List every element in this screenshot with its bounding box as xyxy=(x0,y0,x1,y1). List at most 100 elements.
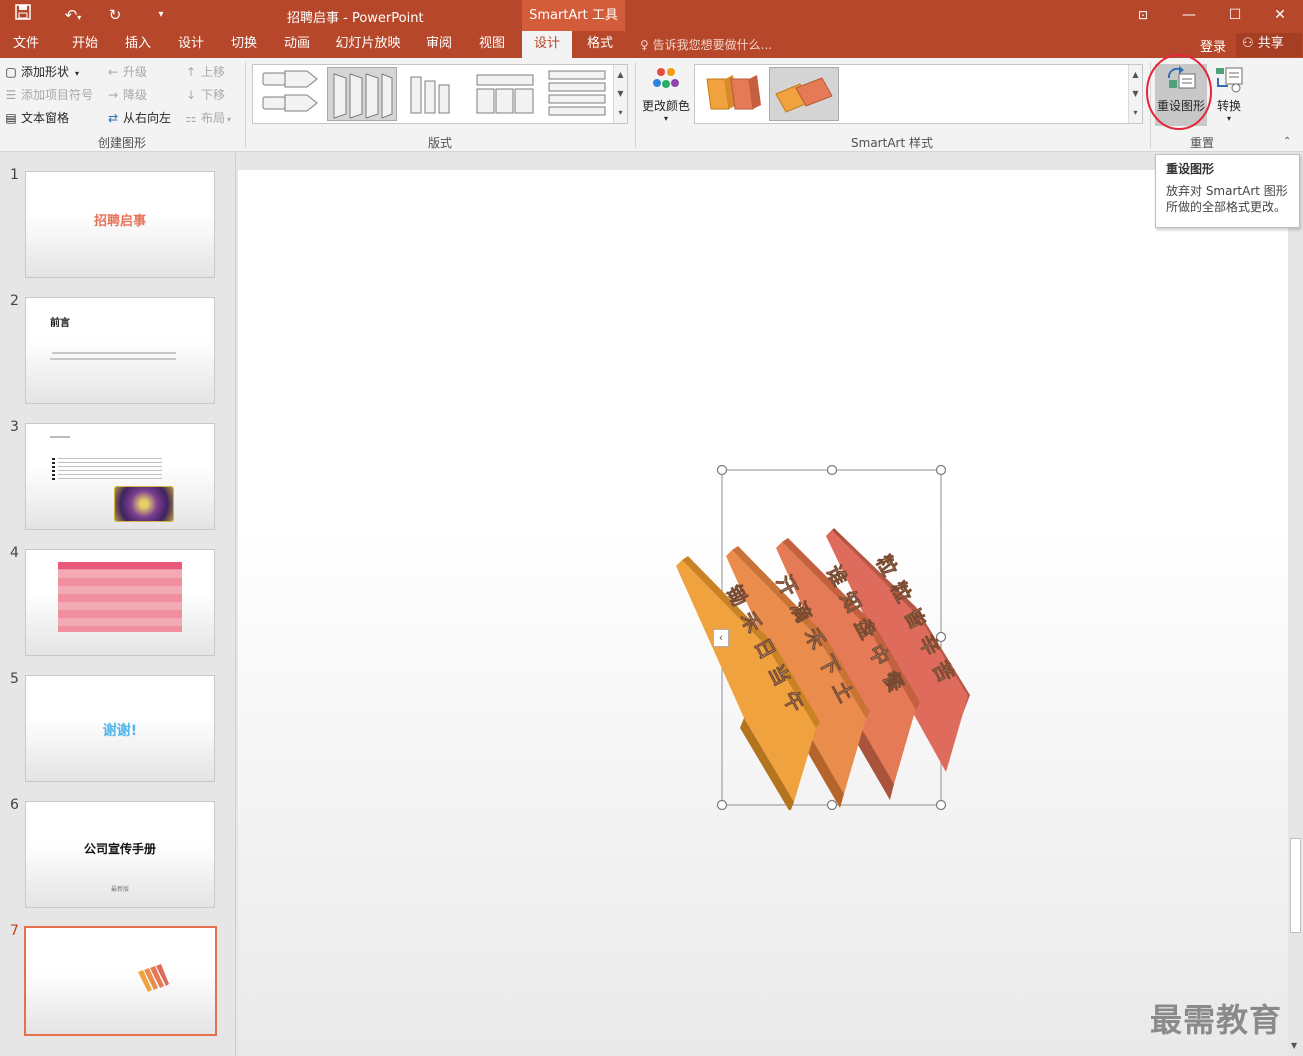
convert-icon xyxy=(1216,67,1243,93)
group-label-create-graphic: 创建图形 xyxy=(97,136,146,150)
promote-button[interactable]: ← 升级 xyxy=(106,62,147,82)
text-line xyxy=(50,358,176,360)
scrollbar-thumb[interactable] xyxy=(1290,838,1301,933)
styles-gallery-scroll: ▲ ▼ ▾ xyxy=(1128,65,1142,123)
slide-thumbnail-7[interactable] xyxy=(24,926,217,1036)
restore-ribbon-icon[interactable]: ⊡ xyxy=(1120,0,1166,31)
demote-button[interactable]: → 降级 xyxy=(106,85,147,105)
resize-handle[interactable] xyxy=(716,464,728,476)
dropdown-icon: ▾ xyxy=(663,114,668,123)
layout-option-1[interactable] xyxy=(255,67,325,121)
arrow-down-icon: ↓ xyxy=(185,88,197,102)
text-pane-button[interactable]: ▤ 文本窗格 xyxy=(4,108,69,128)
slide-number: 4 xyxy=(10,545,19,561)
slide-thumbnail-3[interactable] xyxy=(25,423,215,530)
move-down-label: 下移 xyxy=(201,88,226,102)
tooltip: 重设图形 放弃对 SmartArt 图形 所做的全部格式更改。 xyxy=(1155,154,1300,228)
text-line xyxy=(52,352,176,354)
lightbulb-icon: ♀ xyxy=(640,38,649,52)
tell-me-text: 告诉我您想要做什么... xyxy=(652,38,773,52)
layout-option-5[interactable] xyxy=(543,67,613,121)
tab-animations[interactable]: 动画 xyxy=(272,31,322,58)
tab-slideshow[interactable]: 幻灯片放映 xyxy=(330,31,406,58)
redo-icon[interactable]: ↻ xyxy=(104,4,126,26)
change-colors-button[interactable]: 更改颜色 ▾ xyxy=(639,64,693,126)
group-label-layouts: 版式 xyxy=(427,136,452,150)
scroll-down-icon[interactable]: ▼ xyxy=(614,84,627,103)
save-icon[interactable] xyxy=(12,4,34,26)
more-icon[interactable]: ▾ xyxy=(1129,103,1142,122)
slide-thumbnail-6[interactable]: 公司宣传手册 最新版 xyxy=(25,801,215,908)
tab-review[interactable]: 审阅 xyxy=(414,31,464,58)
slide-title: 前言 xyxy=(50,318,70,329)
resize-handle[interactable] xyxy=(826,799,838,810)
tab-smartart-format[interactable]: 格式 xyxy=(576,31,624,58)
tab-insert[interactable]: 插入 xyxy=(113,31,163,58)
smartart-thumbnail xyxy=(138,964,169,992)
styles-gallery: ▲ ▼ ▾ xyxy=(694,64,1143,124)
slide-canvas[interactable]: 锄禾日当午 汗滴禾下土 谁知盘中餐 粒粒皆辛苦 ‹ xyxy=(238,170,1288,1056)
add-shape-button[interactable]: ▢ 添加形状 ▾ xyxy=(4,62,79,82)
minimize-icon[interactable]: — xyxy=(1166,0,1212,31)
slide-number: 6 xyxy=(10,797,19,813)
scroll-up-icon[interactable]: ▲ xyxy=(1129,65,1142,84)
layout-option-2[interactable] xyxy=(327,67,397,121)
slide-thumbnail-4[interactable] xyxy=(25,549,215,656)
resize-handle[interactable] xyxy=(716,799,728,810)
slide-number: 5 xyxy=(10,671,19,687)
vertical-scrollbar[interactable]: ▼ xyxy=(1288,153,1303,1056)
tab-view[interactable]: 视图 xyxy=(467,31,517,58)
tooltip-body-1: 放弃对 SmartArt 图形 xyxy=(1166,184,1288,198)
customize-icon[interactable]: ▾ xyxy=(150,4,172,26)
text-pane-expander[interactable]: ‹ xyxy=(713,629,729,647)
slide-number: 7 xyxy=(10,923,19,939)
layout-option-4[interactable] xyxy=(471,67,541,121)
arrow-up-icon: ↑ xyxy=(185,65,197,79)
style-option-2[interactable] xyxy=(769,67,839,121)
move-down-button[interactable]: ↓ 下移 xyxy=(184,85,225,105)
resize-handle[interactable] xyxy=(935,464,947,476)
slide-thumbnail-5[interactable]: 谢谢! xyxy=(25,675,215,782)
layout-button[interactable]: ⚏ 布局 ▾ xyxy=(184,108,231,128)
tell-me-box[interactable]: ♀ 告诉我您想要做什么... xyxy=(640,36,772,53)
share-button[interactable]: ⚇ 共享 xyxy=(1236,33,1302,57)
palette-icon xyxy=(653,68,679,88)
slide-thumbnail-1[interactable]: 招聘启事 xyxy=(25,171,215,278)
layout-option-3[interactable] xyxy=(399,67,469,121)
tab-home[interactable]: 开始 xyxy=(60,31,110,58)
slide-title: 招聘启事 xyxy=(93,214,146,229)
tab-smartart-design[interactable]: 设计 xyxy=(522,31,572,58)
collapse-ribbon-icon[interactable]: ⌃ xyxy=(1283,136,1291,147)
layouts-gallery: ▲ ▼ ▾ xyxy=(252,64,628,124)
table xyxy=(58,562,182,632)
close-icon[interactable]: ✕ xyxy=(1257,0,1303,31)
tab-file[interactable]: 文件 xyxy=(0,31,52,58)
add-bullet-button[interactable]: ☰ 添加项目符号 xyxy=(4,85,93,105)
scroll-down-icon[interactable]: ▼ xyxy=(1129,84,1142,103)
promote-label: 升级 xyxy=(123,65,148,79)
tab-design[interactable]: 设计 xyxy=(166,31,216,58)
slide-number: 2 xyxy=(10,293,19,309)
table-header xyxy=(58,562,182,569)
more-icon[interactable]: ▾ xyxy=(614,103,627,122)
move-up-button[interactable]: ↑ 上移 xyxy=(184,62,225,82)
maximize-icon[interactable]: ☐ xyxy=(1212,0,1258,31)
right-to-left-button[interactable]: ⇄ 从右向左 xyxy=(106,108,171,128)
layout-label: 布局 xyxy=(201,111,226,125)
group-separator xyxy=(635,62,636,148)
slide-thumbnail-2[interactable]: 前言 xyxy=(25,297,215,404)
group-separator xyxy=(245,62,246,148)
undo-icon[interactable]: ↶▾ xyxy=(56,4,90,26)
tab-transitions[interactable]: 切换 xyxy=(219,31,269,58)
scroll-down-icon[interactable]: ▼ xyxy=(1291,1041,1297,1050)
scroll-up-icon[interactable]: ▲ xyxy=(614,65,627,84)
resize-handle[interactable] xyxy=(826,464,838,476)
move-up-label: 上移 xyxy=(201,65,226,79)
smartart-graphic[interactable]: 锄禾日当午 汗滴禾下土 谁知盘中餐 粒粒皆辛苦 xyxy=(658,460,1018,810)
text-lines xyxy=(58,458,162,480)
style-option-1[interactable] xyxy=(697,67,767,121)
resize-handle[interactable] xyxy=(935,799,947,810)
person-icon: ⚇ xyxy=(1242,36,1254,51)
flower-image xyxy=(114,486,174,522)
text-pane-label: 文本窗格 xyxy=(21,111,70,125)
